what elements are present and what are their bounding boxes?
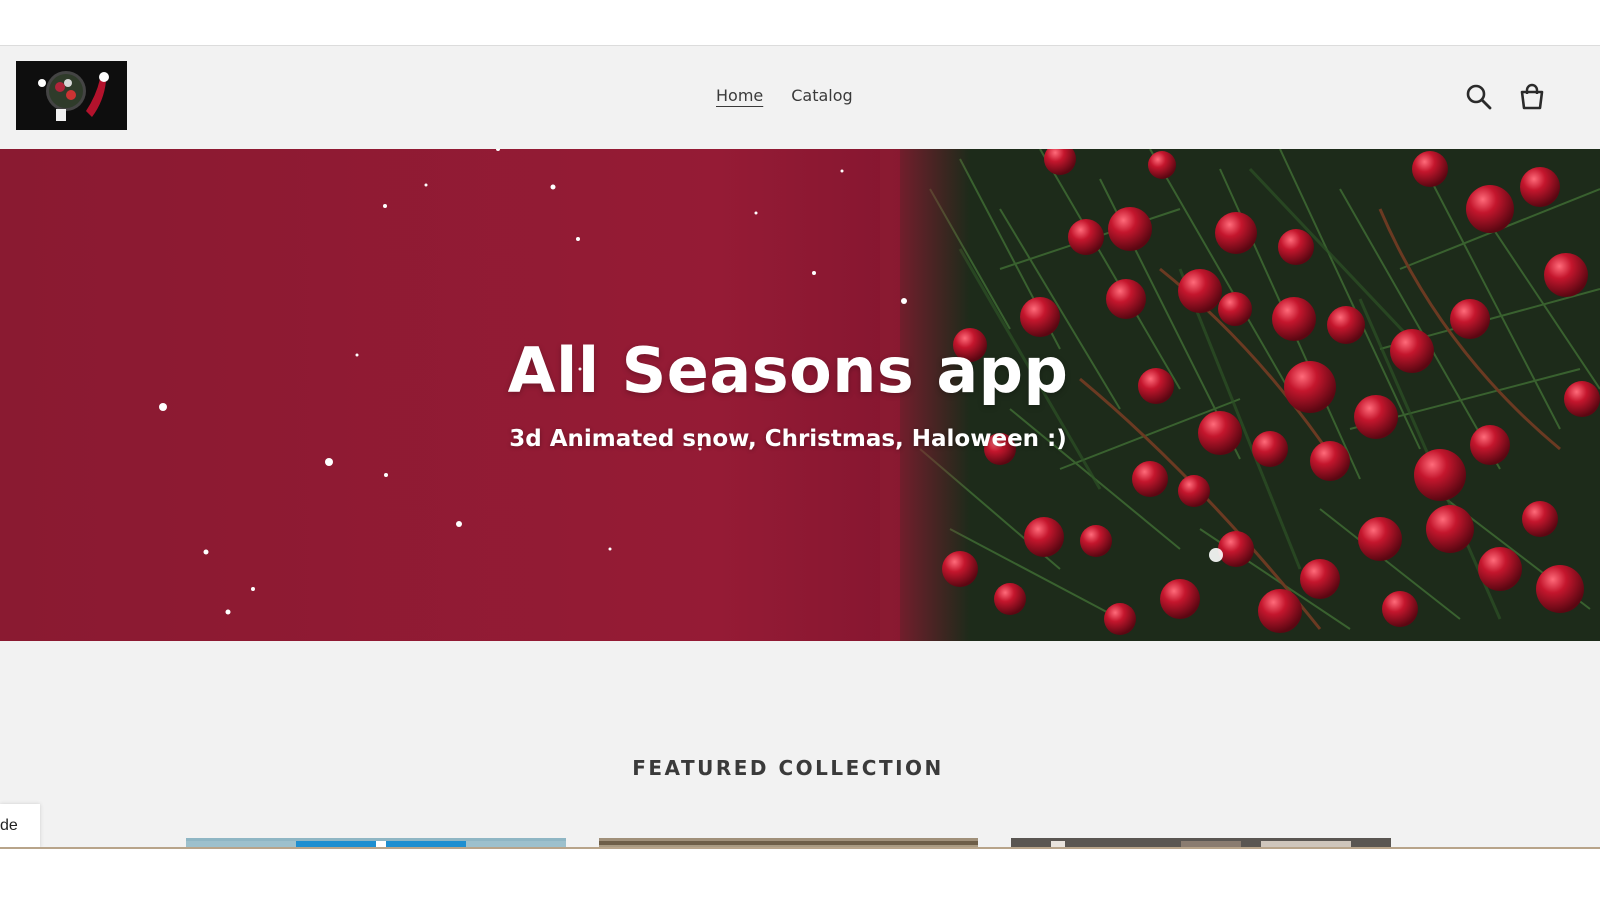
main-nav: Home Catalog [716,86,853,105]
search-icon[interactable] [1465,83,1493,111]
hero-subtitle: 3d Animated snow, Christmas, Haloween :) [509,426,1067,452]
hero-banner: All Seasons app 3d Animated snow, Christ… [0,149,1600,641]
main-content: FEATURED COLLECTION [0,641,1600,848]
side-widget-label: de [0,817,18,834]
store-logo[interactable] [16,61,127,130]
nav-home-link[interactable]: Home [716,86,763,105]
logo-icon [16,61,127,130]
cart-icon[interactable] [1518,83,1546,111]
hero-title: All Seasons app [507,334,1069,407]
side-widget-tab[interactable]: de [0,804,40,848]
nav-catalog-link[interactable]: Catalog [791,86,852,105]
site-header: Home Catalog [0,46,1600,149]
featured-collection-heading: FEATURED COLLECTION [632,756,944,780]
browser-top-strip [0,0,1600,46]
bottom-strip [0,849,1600,900]
